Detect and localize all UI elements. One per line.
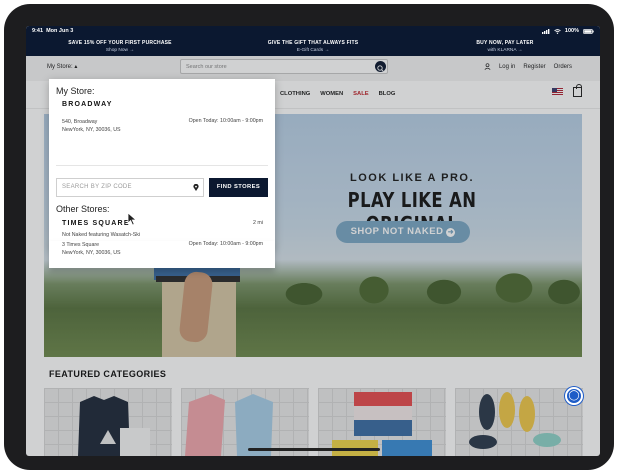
zip-code-input[interactable]: SEARCH BY ZIP CODE — [56, 178, 204, 197]
ipad-frame: 9:41 Mon Jun 3 100% SAVE 15% OFF YOUR FI… — [4, 4, 614, 470]
promo-title: BUY NOW, PAY LATER — [476, 40, 534, 46]
other-store-details: 3 Times Square NewYork, NY, 30036, US Op… — [49, 241, 275, 268]
category-tile-polos[interactable] — [181, 388, 309, 456]
login-link[interactable]: Log in — [499, 64, 515, 70]
user-icon — [484, 63, 491, 70]
status-bar: 9:41 Mon Jun 3 100% — [26, 26, 600, 37]
status-time: 9:41 — [32, 28, 44, 34]
sandals-image — [469, 392, 561, 449]
promo-title: SAVE 15% OFF YOUR FIRST PURCHASE — [68, 40, 172, 46]
store-selector-popup: My Store: BROADWAY 540, Broadway NewYork… — [49, 79, 275, 247]
search-button[interactable] — [375, 61, 386, 72]
cta-label: SHOP NOT NAKED — [350, 226, 444, 237]
cellular-icon — [541, 28, 550, 34]
other-address-line2: NewYork, NY, 30036, US — [62, 250, 121, 256]
shopping-bag-icon[interactable] — [573, 84, 582, 97]
category-tile-shorts[interactable] — [318, 388, 446, 456]
zip-placeholder: SEARCH BY ZIP CODE — [62, 184, 132, 190]
shorts-image — [332, 392, 432, 456]
hero-subtitle: LOOK LIKE A PRO. — [349, 172, 475, 184]
promo-link[interactable]: Shop Now → — [45, 48, 195, 53]
search-input[interactable]: Search our store — [180, 59, 388, 74]
location-pin-icon[interactable] — [193, 184, 199, 191]
find-stores-button[interactable]: FIND STORES — [209, 178, 268, 197]
us-flag-icon[interactable] — [552, 88, 563, 95]
other-address-line1: 3 Times Square — [62, 242, 100, 248]
promo-gift-card[interactable]: GIVE THE GIFT THAT ALWAYS FITS E-Gift Ca… — [238, 40, 388, 53]
my-store-address: 540, Broadway NewYork, NY, 30036, US — [62, 118, 121, 134]
screen: 9:41 Mon Jun 3 100% SAVE 15% OFF YOUR FI… — [26, 26, 600, 456]
address-line1: 540, Broadway — [62, 119, 98, 125]
polo-image — [185, 394, 273, 456]
other-store-distance: 2 mi — [252, 220, 263, 226]
nav-clothing[interactable]: CLOTHING — [280, 91, 310, 97]
home-indicator — [248, 448, 380, 451]
featured-categories-heading: FEATURED CATEGORIES — [49, 369, 167, 379]
arrow-right-icon: ➜ — [446, 228, 456, 237]
promo-bar: SAVE 15% OFF YOUR FIRST PURCHASE Shop No… — [26, 37, 600, 56]
category-tile-sandals[interactable] — [455, 388, 583, 456]
nav-sale[interactable]: SALE — [353, 91, 368, 97]
my-store-toggle[interactable]: My Store: ▴ — [47, 63, 77, 70]
address-line2: NewYork, NY, 30036, US — [62, 127, 121, 133]
shop-not-naked-button[interactable]: SHOP NOT NAKED ➜ — [336, 221, 470, 243]
promo-klarna[interactable]: BUY NOW, PAY LATER with KLARNA → — [430, 40, 580, 53]
mouse-cursor-icon — [127, 212, 138, 226]
my-store-heading: My Store: — [56, 86, 95, 96]
nav-blog[interactable]: BLOG — [379, 91, 396, 97]
divider — [56, 165, 268, 166]
promo-title: GIVE THE GIFT THAT ALWAYS FITS — [267, 40, 359, 46]
search-icon — [377, 65, 384, 72]
other-store-note: Not Naked featuring Wasatch-Ski — [62, 232, 141, 238]
wifi-icon — [554, 28, 561, 34]
category-tile-shirts[interactable] — [44, 388, 172, 456]
other-store-hours: Open Today: 10:00am - 9:00pm — [188, 241, 263, 247]
tshirt-image — [78, 396, 150, 456]
orders-link[interactable]: Orders — [554, 64, 572, 70]
other-store-name[interactable]: TIMES SQUARE — [62, 220, 130, 227]
my-store-hours: Open Today: 10:00am - 9:00pm — [188, 118, 263, 124]
account-links: Log in Register Orders — [484, 63, 572, 70]
promo-first-purchase[interactable]: SAVE 15% OFF YOUR FIRST PURCHASE Shop No… — [45, 40, 195, 53]
promo-link[interactable]: E-Gift Cards → — [238, 48, 388, 53]
my-store-name: BROADWAY — [62, 101, 113, 108]
hero-background-trees — [44, 264, 582, 309]
other-stores-heading: Other Stores: — [56, 204, 110, 214]
status-date: Mon Jun 3 — [46, 28, 74, 34]
nav-women[interactable]: WOMEN — [320, 91, 343, 97]
battery-icon — [583, 28, 594, 34]
promo-link[interactable]: with KLARNA → — [430, 48, 580, 53]
battery-percent: 100% — [564, 28, 579, 34]
register-link[interactable]: Register — [523, 64, 545, 70]
accessibility-icon[interactable]: ◯ — [565, 387, 583, 405]
search-placeholder: Search our store — [186, 63, 227, 70]
category-tiles — [44, 388, 583, 456]
